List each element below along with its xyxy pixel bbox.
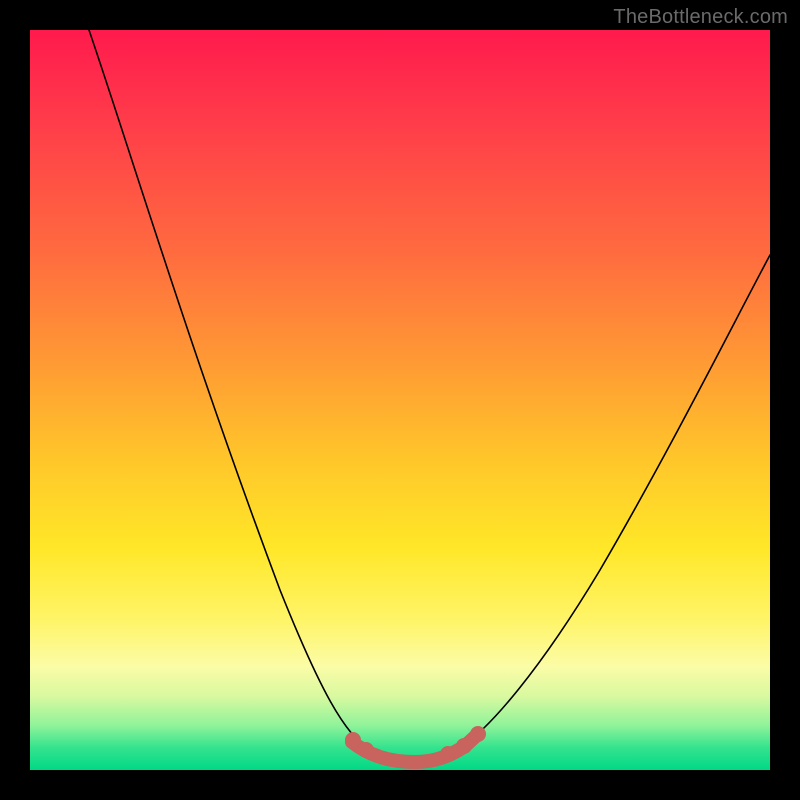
highlight-dot [470,726,486,742]
chart-frame: TheBottleneck.com [0,0,800,800]
bottleneck-curve-line [89,30,770,762]
highlight-dot [456,738,472,754]
highlight-dot [345,732,361,748]
highlight-dot [440,746,456,762]
bottleneck-curve-svg [30,30,770,770]
plot-area [30,30,770,770]
highlight-dot [358,742,374,758]
watermark-text: TheBottleneck.com [613,6,788,29]
